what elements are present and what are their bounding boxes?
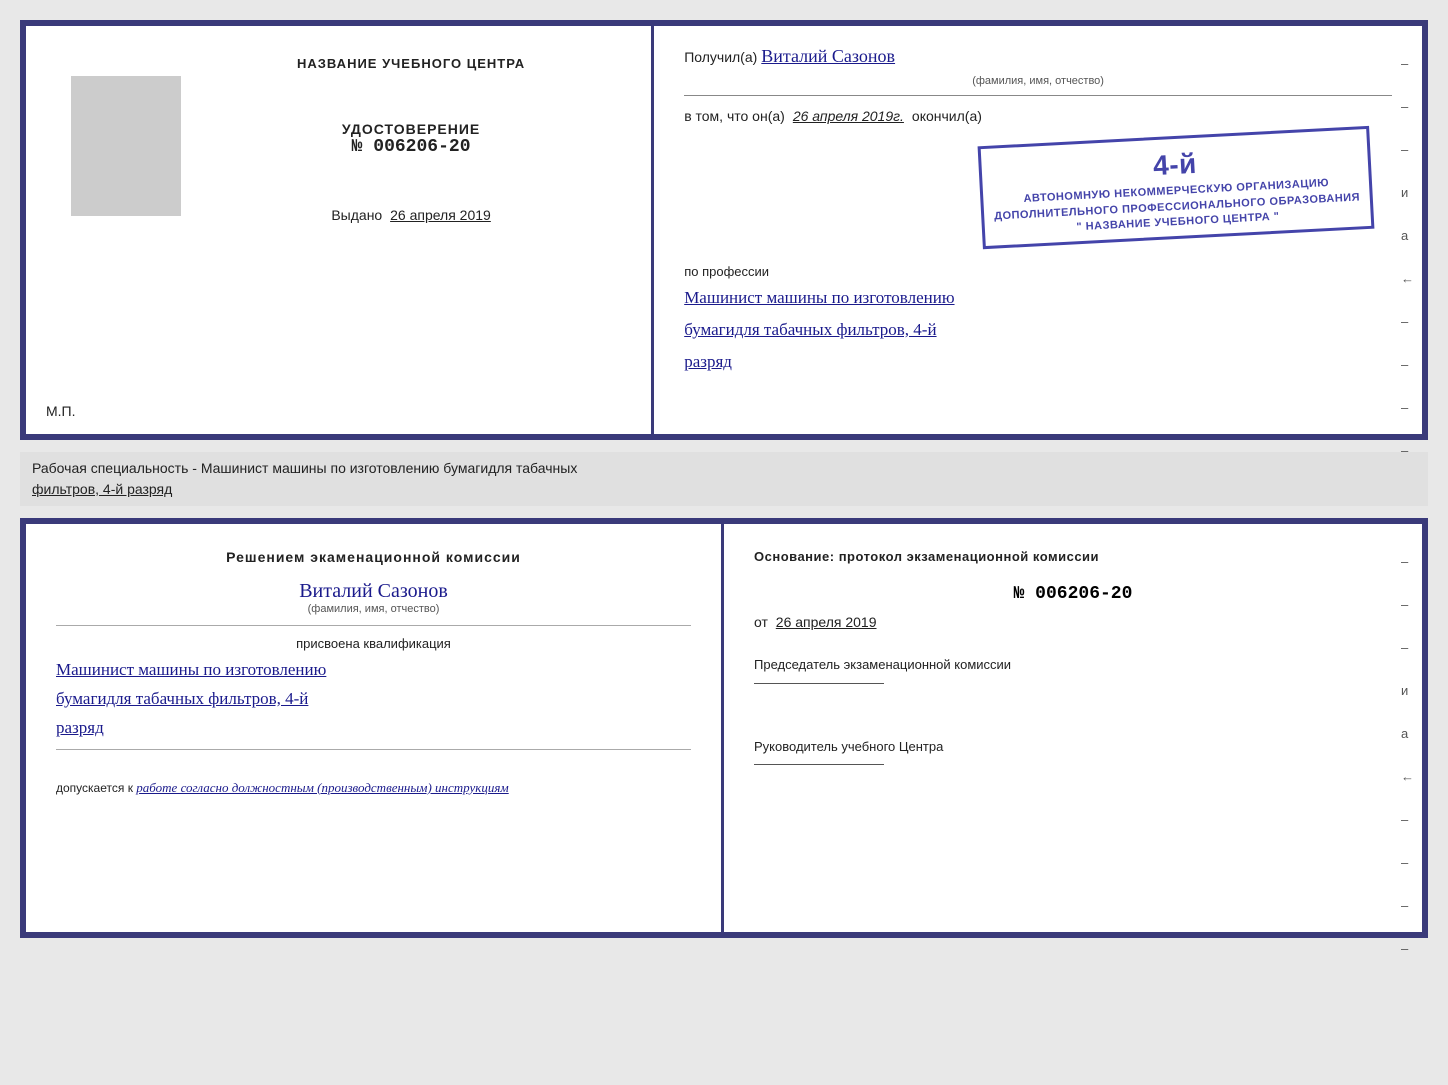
profession-line2: бумагидля табачных фильтров, 4-й	[684, 316, 1392, 343]
profession-block: по профессии Машинист машины по изготовл…	[684, 264, 1392, 376]
fio-subtitle: (фамилия, имя, отчество)	[56, 603, 691, 615]
description-underlined: фильтров, 4-й разряд	[32, 481, 172, 497]
date-value: 26 апреля 2019г.	[793, 108, 904, 124]
cert-number-block: УДОСТОВЕРЕНИЕ № 006206-20	[342, 121, 480, 157]
допуск-block: допускается к работе согласно должностны…	[56, 780, 691, 796]
head-block: Руководитель учебного Центра	[754, 737, 1392, 779]
received-line: Получил(а) Виталий Сазонов	[684, 46, 1392, 67]
qual-line3: разряд	[56, 714, 691, 743]
qual-line2: бумагидля табачных фильтров, 4-й	[56, 685, 691, 714]
cert-left-inner: НАЗВАНИЕ УЧЕБНОГО ЦЕНТРА УДОСТОВЕРЕНИЕ №…	[196, 56, 626, 223]
cert-number: № 006206-20	[342, 137, 480, 157]
chairman-label: Председатель экзаменационной комиссии	[754, 655, 1392, 675]
recipient-name: Виталий Сазонов	[761, 46, 895, 67]
commission-title: Решением экаменационной комиссии	[56, 549, 691, 565]
in-that-line: в том, что он(а) 26 апреля 2019г. окончи…	[684, 108, 1392, 124]
profession-line3: разряд	[684, 348, 1392, 375]
cert-label: УДОСТОВЕРЕНИЕ	[342, 121, 480, 137]
bottom-certificate: Решением экаменационной комиссии Виталий…	[20, 518, 1428, 938]
issued-date: 26 апреля 2019	[390, 207, 491, 223]
chairman-block: Председатель экзаменационной комиссии	[754, 655, 1392, 697]
person-name: Виталий Сазонов	[56, 580, 691, 603]
допуск-text: работе согласно должностным (производств…	[136, 780, 508, 795]
from-date: 26 апреля 2019	[776, 614, 877, 630]
mp-label: М.П.	[46, 403, 76, 419]
divider1	[684, 95, 1392, 96]
head-label: Руководитель учебного Центра	[754, 737, 1392, 757]
qual-line1: Машинист машины по изготовлению	[56, 656, 691, 685]
cert-training-center-title: НАЗВАНИЕ УЧЕБНОГО ЦЕНТРА	[297, 56, 525, 71]
qual-label: присвоена квалификация	[56, 636, 691, 651]
qual-underline	[56, 749, 691, 750]
protocol-number: № 006206-20	[754, 584, 1392, 604]
profession-label: по профессии	[684, 264, 1392, 279]
page-container: НАЗВАНИЕ УЧЕБНОГО ЦЕНТРА УДОСТОВЕРЕНИЕ №…	[20, 20, 1428, 938]
cert-left: НАЗВАНИЕ УЧЕБНОГО ЦЕНТРА УДОСТОВЕРЕНИЕ №…	[26, 26, 654, 434]
head-signature-line	[754, 764, 884, 765]
protocol-date: от 26 апреля 2019	[754, 614, 1392, 630]
issued-label: Выдано	[331, 207, 382, 223]
description-text: Рабочая специальность - Машинист машины …	[32, 460, 577, 476]
from-label: от	[754, 614, 768, 630]
in-that-label: в том, что он(а)	[684, 108, 785, 124]
допуск-label: допускается к	[56, 781, 133, 795]
cert-right: Получил(а) Виталий Сазонов (фамилия, имя…	[654, 26, 1422, 434]
completed-label: окончил(а)	[912, 108, 982, 124]
side-dashes: – – – и а ← – – – –	[1401, 56, 1414, 458]
photo-placeholder	[71, 76, 181, 216]
basis-title: Основание: протокол экзаменационной коми…	[754, 549, 1392, 564]
stamp-box: 4-й АВТОНОМНУЮ НЕКОММЕРЧЕСКУЮ ОРГАНИЗАЦИ…	[977, 126, 1374, 250]
received-label: Получил(а)	[684, 49, 757, 65]
issued-block: Выдано 26 апреля 2019	[331, 207, 491, 223]
chairman-signature-line	[754, 683, 884, 684]
bottom-left: Решением экаменационной комиссии Виталий…	[26, 524, 724, 932]
top-certificate: НАЗВАНИЕ УЧЕБНОГО ЦЕНТРА УДОСТОВЕРЕНИЕ №…	[20, 20, 1428, 440]
description-bar: Рабочая специальность - Машинист машины …	[20, 452, 1428, 506]
profession-line1: Машинист машины по изготовлению	[684, 284, 1392, 311]
bottom-side-dashes: – – – и а ← – – – –	[1401, 554, 1414, 956]
name-underline	[56, 625, 691, 626]
bottom-right: Основание: протокол экзаменационной коми…	[724, 524, 1422, 932]
name-subtitle: (фамилия, имя, отчество)	[684, 75, 1392, 87]
